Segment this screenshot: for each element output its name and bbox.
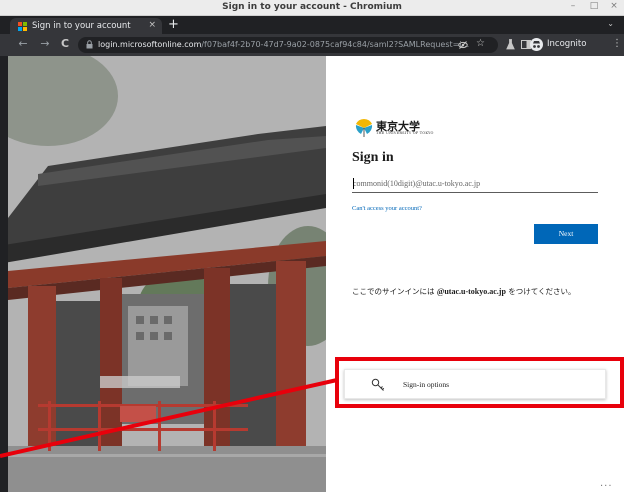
incognito-icon — [530, 38, 543, 51]
tab-search-chevron-icon[interactable]: ⌄ — [607, 19, 614, 28]
lock-icon — [86, 40, 93, 49]
text-caret — [353, 178, 354, 189]
note-text-start: ここでのサインインには — [352, 287, 437, 296]
address-bar[interactable]: login.microsoftonline.com/f07baf4f-2b70-… — [78, 37, 498, 53]
highlight-box — [335, 357, 624, 408]
incognito-label: Incognito — [547, 39, 587, 49]
back-button[interactable]: ← — [16, 37, 30, 50]
tab-sign-in[interactable]: Sign in to your account × — [10, 18, 162, 34]
new-tab-button[interactable]: + — [168, 17, 179, 32]
url-text: login.microsoftonline.com/f07baf4f-2b70-… — [98, 40, 488, 49]
url-host: login.microsoftonline.com — [98, 40, 202, 49]
sign-in-instructions: ここでのサインインには @utac.u-tokyo.ac.jp をつけてください… — [352, 286, 604, 297]
university-name-en: THE UNIVERSITY OF TOKYO — [376, 131, 434, 135]
email-input[interactable] — [352, 175, 598, 193]
minimize-button[interactable]: – — [566, 1, 580, 11]
extensions-flask-icon[interactable] — [506, 39, 515, 50]
forward-button[interactable]: → — [38, 37, 52, 50]
url-path: /f07baf4f-2b70-47d7-9a02-0875caf94c84/sa… — [201, 40, 470, 49]
browser-window: Sign in to your account - Chromium – □ ×… — [0, 0, 624, 492]
window-title: Sign in to your account - Chromium — [222, 2, 402, 12]
gate-illustration — [8, 56, 326, 492]
cant-access-account-link[interactable]: Can't access your account? — [352, 205, 422, 212]
background-photo-akamon-gate — [8, 56, 326, 492]
more-options-icon[interactable]: ... — [600, 478, 613, 489]
ginkgo-leaf-icon — [355, 119, 373, 137]
sign-in-heading: Sign in — [352, 150, 394, 165]
window-titlebar: Sign in to your account - Chromium – □ × — [0, 0, 624, 16]
note-domain: @utac.u-tokyo.ac.jp — [436, 287, 506, 296]
microsoft-logo-icon — [18, 22, 27, 31]
browser-toolbar: ← → C login.microsoftonline.com/f07baf4f… — [0, 34, 624, 56]
browser-menu-icon[interactable]: ⋮ — [612, 38, 622, 49]
sign-in-panel: 東京大学 THE UNIVERSITY OF TOKYO Sign in Can… — [326, 56, 624, 492]
page-viewport: 東京大学 THE UNIVERSITY OF TOKYO Sign in Can… — [8, 56, 624, 492]
maximize-button[interactable]: □ — [587, 1, 601, 11]
note-text-end: をつけてください。 — [505, 287, 576, 296]
tab-strip: Sign in to your account × + ⌄ — [0, 16, 624, 34]
close-tab-icon[interactable]: × — [148, 20, 156, 30]
reload-button[interactable]: C — [58, 37, 72, 50]
close-window-button[interactable]: × — [607, 1, 621, 11]
tab-title: Sign in to your account — [32, 21, 131, 31]
bookmark-star-icon[interactable]: ☆ — [476, 38, 485, 49]
eye-off-icon[interactable] — [458, 40, 468, 50]
next-button[interactable]: Next — [534, 224, 598, 244]
